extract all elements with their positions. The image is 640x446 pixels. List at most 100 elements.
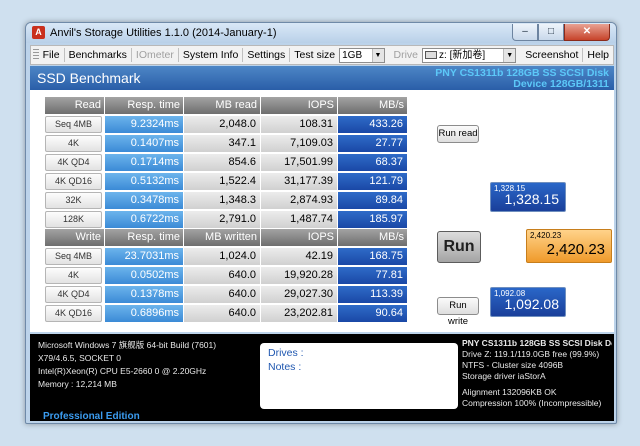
resp-time-header: Resp. time (105, 229, 184, 246)
read-score-box: 1,328.15 1,328.15 (490, 182, 566, 212)
maximize-button[interactable]: □ (538, 24, 564, 41)
resp-time-cell: 0.6896ms (105, 305, 184, 322)
iops-header: IOPS (261, 229, 338, 246)
run-read-button[interactable]: Run read (437, 125, 479, 143)
mb-read-cell: 1,522.4 (184, 173, 261, 190)
mb-read-cell: 2,791.0 (184, 211, 261, 228)
cpu-info: Intel(R)Xeon(R) CPU E5-2660 0 @ 2.20GHz (38, 366, 207, 376)
run-4k-qd4-read-button[interactable]: 4K QD4 (45, 154, 102, 171)
mbs-cell: 185.97 (338, 211, 408, 228)
drive-select[interactable]: z: [新加卷] ▼ (422, 47, 517, 63)
mbs-cell: 68.37 (338, 154, 408, 171)
iops-header: IOPS (261, 97, 338, 114)
menu-settings[interactable]: Settings (243, 48, 291, 62)
mbs-cell: 90.64 (338, 305, 408, 322)
alignment-info: Alignment 132096KB OK (462, 387, 557, 397)
mb-read-cell: 347.1 (184, 135, 261, 152)
mb-written-cell: 640.0 (184, 305, 261, 322)
device-name-line2: Device 128GB/1311 (513, 78, 609, 90)
drives-label: Drives : (268, 347, 304, 359)
iops-cell: 42.19 (261, 248, 338, 265)
resp-time-cell: 9.2324ms (105, 116, 184, 133)
resp-time-cell: 23.7031ms (105, 248, 184, 265)
menu-iometer[interactable]: IOmeter (132, 48, 179, 62)
bios-info: X79/4.6.5, SOCKET 0 (38, 353, 121, 363)
run-4k-write-button[interactable]: 4K (45, 267, 102, 284)
write-score-box: 1,092.08 1,092.08 (490, 287, 566, 317)
notes-box[interactable]: Drives : Notes : (260, 343, 458, 409)
total-score-box: 2,420.23 2,420.23 (526, 229, 612, 263)
mbs-cell: 77.81 (338, 267, 408, 284)
resp-time-cell: 0.1714ms (105, 154, 184, 171)
run-button[interactable]: Run (437, 231, 481, 263)
mb-written-cell: 640.0 (184, 286, 261, 303)
menu-bar: File Benchmarks IOmeter System Info Sett… (30, 45, 614, 65)
benchmark-header: SSD Benchmark PNY CS1311b 128GB SS SCSI … (30, 66, 614, 90)
total-score-small: 2,420.23 (530, 231, 562, 240)
filesystem-info: NTFS - Cluster size 4096B (462, 360, 564, 370)
resp-time-cell: 0.1407ms (105, 135, 184, 152)
title-bar[interactable]: A Anvil's Storage Utilities 1.1.0 (2014-… (26, 23, 616, 43)
run-seq-4mb-write-button[interactable]: Seq 4MB (45, 248, 102, 265)
os-info: Microsoft Windows 7 旗舰版 64-bit Build (76… (38, 340, 217, 350)
iops-cell: 2,874.93 (261, 192, 338, 209)
app-window: A Anvil's Storage Utilities 1.1.0 (2014-… (25, 22, 617, 424)
app-logo-icon: A (32, 26, 45, 39)
test-size-label: Test size (294, 49, 336, 61)
drive-info: Drive Z: 119.1/119.0GB free (99.9%) (462, 349, 600, 359)
chevron-down-icon[interactable]: ▼ (503, 48, 516, 62)
drive-value: z: [新加卷] (439, 49, 486, 61)
resp-time-cell: 0.6722ms (105, 211, 184, 228)
mbs-cell: 89.84 (338, 192, 408, 209)
mbs-cell: 168.75 (338, 248, 408, 265)
run-128k-read-button[interactable]: 128K (45, 211, 102, 228)
run-32k-read-button[interactable]: 32K (45, 192, 102, 209)
total-score: 2,420.23 (546, 241, 605, 258)
compression-info: Compression 100% (Incompressible) (462, 398, 602, 408)
minimize-button[interactable]: – (512, 24, 538, 41)
mb-written-cell: 1,024.0 (184, 248, 261, 265)
mbs-cell: 27.77 (338, 135, 408, 152)
write-header: Write (45, 229, 105, 246)
run-4k-qd16-read-button[interactable]: 4K QD16 (45, 173, 102, 190)
run-4k-qd4-write-button[interactable]: 4K QD4 (45, 286, 102, 303)
mbs-header: MB/s (338, 97, 408, 114)
test-size-select[interactable]: 1GB ▼ (339, 47, 385, 63)
write-results-table: Write Resp. time MB written IOPS MB/s Se… (45, 229, 408, 322)
iops-cell: 23,202.81 (261, 305, 338, 322)
menu-system-info[interactable]: System Info (179, 48, 244, 62)
write-score: 1,092.08 (504, 296, 560, 312)
read-score: 1,328.15 (504, 191, 560, 207)
edition-label: Professional Edition (43, 411, 140, 422)
window-title: Anvil's Storage Utilities 1.1.0 (2014-Ja… (50, 27, 277, 39)
iops-cell: 17,501.99 (261, 154, 338, 171)
mbs-header: MB/s (338, 229, 408, 246)
menu-file[interactable]: File (39, 48, 65, 62)
run-seq-4mb-read-button[interactable]: Seq 4MB (45, 116, 102, 133)
run-4k-qd16-write-button[interactable]: 4K QD16 (45, 305, 102, 322)
mbs-cell: 113.39 (338, 286, 408, 303)
close-button[interactable]: ✕ (564, 24, 610, 41)
memory-info: Memory : 12,214 MB (38, 379, 117, 389)
run-write-button[interactable]: Run write (437, 297, 479, 327)
read-results-table: Read Resp. time MB read IOPS MB/s Seq 4M… (45, 97, 408, 228)
device-name: PNY CS1311b 128GB SS SCSI Disk Device (462, 338, 612, 348)
resp-time-cell: 0.0502ms (105, 267, 184, 284)
mbs-cell: 433.26 (338, 116, 408, 133)
menu-help[interactable]: Help (583, 48, 613, 62)
menu-screenshot[interactable]: Screenshot (521, 48, 584, 62)
run-4k-read-button[interactable]: 4K (45, 135, 102, 152)
mbs-cell: 121.79 (338, 173, 408, 190)
iops-cell: 31,177.39 (261, 173, 338, 190)
resp-time-cell: 0.5132ms (105, 173, 184, 190)
menu-benchmarks[interactable]: Benchmarks (65, 48, 132, 62)
chevron-down-icon[interactable]: ▼ (371, 48, 384, 62)
resp-time-header: Resp. time (105, 97, 184, 114)
resp-time-cell: 0.3478ms (105, 192, 184, 209)
mb-read-cell: 2,048.0 (184, 116, 261, 133)
mb-read-header: MB read (184, 97, 261, 114)
iops-cell: 29,027.30 (261, 286, 338, 303)
drive-label: Drive (393, 49, 419, 61)
resp-time-cell: 0.1378ms (105, 286, 184, 303)
notes-label: Notes : (268, 361, 302, 373)
